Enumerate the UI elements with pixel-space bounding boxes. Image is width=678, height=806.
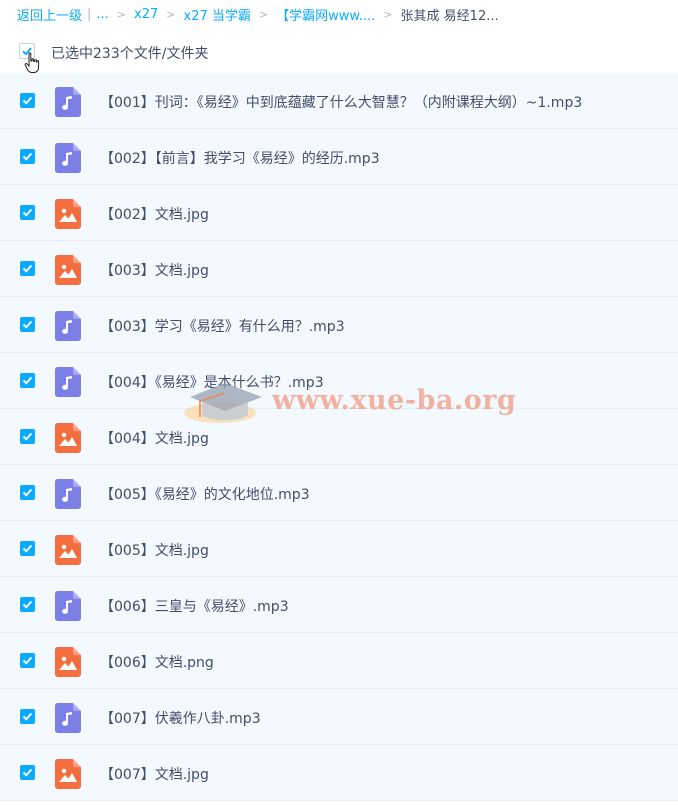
file-name[interactable]: 【005】文档.jpg	[100, 540, 209, 560]
music-file-icon	[55, 311, 81, 341]
selection-count-text: 已选中233个文件/文件夹	[51, 46, 209, 62]
file-row[interactable]: 【007】文档.jpg	[0, 745, 678, 801]
chevron-right-icon: >	[258, 7, 269, 21]
file-name[interactable]: 【007】文档.jpg	[100, 764, 209, 784]
breadcrumb: 返回上一级 | ... > x27 > x27 当学霸 > 【学霸网www...…	[17, 0, 672, 28]
file-row[interactable]: 【003】学习《易经》有什么用？.mp3	[0, 297, 678, 353]
row-checkbox[interactable]	[20, 149, 35, 164]
file-name[interactable]: 【003】学习《易经》有什么用？.mp3	[100, 316, 345, 336]
file-name[interactable]: 【002】【前言】我学习《易经》的经历.mp3	[100, 148, 380, 168]
check-icon	[22, 600, 33, 609]
hand-cursor-icon	[24, 52, 40, 73]
check-icon	[22, 320, 33, 329]
breadcrumb-divider: |	[87, 6, 92, 22]
chevron-right-icon: >	[116, 7, 127, 21]
row-checkbox[interactable]	[20, 709, 35, 724]
file-name[interactable]: 【004】文档.jpg	[100, 428, 209, 448]
row-checkbox[interactable]	[20, 429, 35, 444]
file-name[interactable]: 【006】三皇与《易经》.mp3	[100, 596, 289, 616]
file-row[interactable]: 【007】伏羲作八卦.mp3	[0, 689, 678, 745]
file-row[interactable]: 【002】文档.jpg	[0, 185, 678, 241]
image-file-icon	[55, 423, 81, 453]
check-icon	[22, 712, 33, 721]
file-row[interactable]: 【004】《易经》是本什么书？.mp3	[0, 353, 678, 409]
file-row[interactable]: 【002】【前言】我学习《易经》的经历.mp3	[0, 129, 678, 185]
breadcrumb-item[interactable]: x27	[134, 7, 158, 22]
row-checkbox[interactable]	[20, 765, 35, 780]
row-checkbox[interactable]	[20, 597, 35, 612]
breadcrumb-item[interactable]: 【学霸网www....	[276, 5, 375, 24]
breadcrumb-ellipsis[interactable]: ...	[96, 7, 108, 22]
music-file-icon	[55, 143, 81, 173]
check-icon	[22, 376, 33, 385]
row-checkbox[interactable]	[20, 317, 35, 332]
file-name[interactable]: 【004】《易经》是本什么书？.mp3	[100, 372, 324, 392]
image-file-icon	[55, 535, 81, 565]
row-checkbox[interactable]	[20, 541, 35, 556]
file-row[interactable]: 【001】刊词：《易经》中到底蕴藏了什么大智慧？（内附课程大纲）~1.mp3	[0, 73, 678, 129]
file-row[interactable]: 【006】文档.png	[0, 633, 678, 689]
check-icon	[22, 432, 33, 441]
row-checkbox[interactable]	[20, 485, 35, 500]
music-file-icon	[55, 703, 81, 733]
music-file-icon	[55, 591, 81, 621]
image-file-icon	[55, 759, 81, 789]
file-name[interactable]: 【007】伏羲作八卦.mp3	[100, 708, 261, 728]
breadcrumb-current: 张其成 易经12...	[400, 8, 499, 24]
file-list: 【001】刊词：《易经》中到底蕴藏了什么大智慧？（内附课程大纲）~1.mp3 【…	[0, 73, 678, 801]
file-row[interactable]: 【006】三皇与《易经》.mp3	[0, 577, 678, 633]
back-link[interactable]: 返回上一级	[17, 5, 82, 24]
image-file-icon	[55, 647, 81, 677]
check-icon	[22, 264, 33, 273]
file-row[interactable]: 【003】文档.jpg	[0, 241, 678, 297]
row-checkbox[interactable]	[20, 653, 35, 668]
check-icon	[22, 96, 33, 105]
music-file-icon	[55, 87, 81, 117]
check-icon	[22, 208, 33, 217]
row-checkbox[interactable]	[20, 93, 35, 108]
file-row[interactable]: 【004】文档.jpg	[0, 409, 678, 465]
file-name[interactable]: 【005】《易经》的文化地位.mp3	[100, 484, 310, 504]
breadcrumb-item[interactable]: x27 当学霸	[184, 5, 251, 24]
chevron-right-icon: >	[166, 7, 176, 21]
check-icon	[22, 488, 33, 497]
check-icon	[22, 544, 33, 553]
check-icon	[22, 768, 33, 777]
file-name[interactable]: 【001】刊词：《易经》中到底蕴藏了什么大智慧？（内附课程大纲）~1.mp3	[100, 92, 582, 112]
row-checkbox[interactable]	[20, 205, 35, 220]
music-file-icon	[55, 367, 81, 397]
image-file-icon	[55, 255, 81, 285]
check-icon	[22, 152, 33, 161]
row-checkbox[interactable]	[20, 373, 35, 388]
file-row[interactable]: 【005】《易经》的文化地位.mp3	[0, 465, 678, 521]
check-icon	[22, 656, 33, 665]
file-name[interactable]: 【003】文档.jpg	[100, 260, 209, 280]
image-file-icon	[55, 199, 81, 229]
selection-bar: 已选中233个文件/文件夹	[0, 34, 678, 73]
row-checkbox[interactable]	[20, 261, 35, 276]
file-row[interactable]: 【005】文档.jpg	[0, 521, 678, 577]
file-name[interactable]: 【002】文档.jpg	[100, 204, 209, 224]
music-file-icon	[55, 479, 81, 509]
file-name[interactable]: 【006】文档.png	[100, 652, 214, 672]
chevron-right-icon: >	[383, 7, 393, 21]
